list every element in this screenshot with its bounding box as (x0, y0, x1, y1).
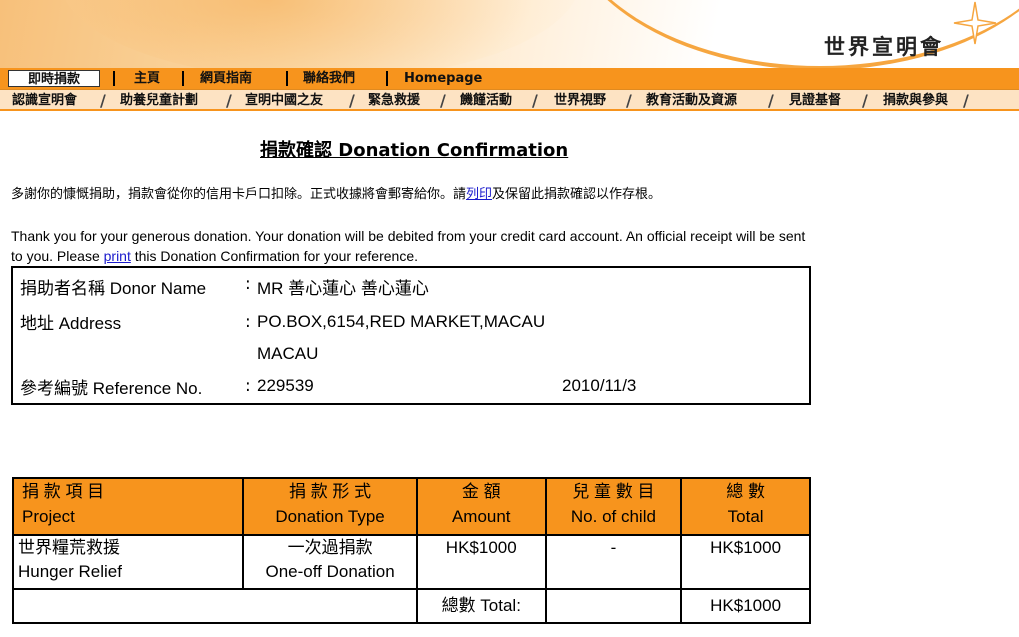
nav-divider: / (440, 91, 446, 110)
nav-divider: / (349, 91, 355, 110)
address-line1: PO.BOX,6154,RED MARKET,MACAU (257, 312, 546, 331)
reference-label: 參考編號 Reference No. (20, 379, 203, 398)
colon: : (245, 274, 251, 294)
header-banner: 世界宣明會 (0, 0, 1019, 68)
cell-text: One-off Donation (265, 562, 395, 581)
page-title: 捐款確認 Donation Confirmation (260, 140, 569, 161)
top-nav: 即時捐款 主頁 網頁指南 聯絡我們 Homepage (0, 68, 1019, 89)
header-donation-type: 捐 款 形 式 Donation Type (242, 477, 418, 536)
header-text: Amount (451, 507, 511, 526)
secnav-witness[interactable]: 見證基督 (789, 92, 841, 109)
header-amount: 金 額 Amount (415, 477, 547, 536)
secnav-donate-participate[interactable]: 捐款與參與 (883, 92, 948, 109)
header-project: 捐 款 項 目 Project (11, 477, 245, 536)
secnav-famine[interactable]: 饑饉活動 (460, 92, 512, 109)
header-text: Project (22, 507, 75, 526)
cell-total: HK$1000 (680, 534, 811, 590)
header-text: 兒 童 數 目 (572, 482, 655, 501)
header-text: Total (727, 507, 764, 526)
message-text: 及保留此捐款確認以作存根。 (492, 187, 662, 202)
message-text: this Donation Confirmation for your refe… (130, 248, 418, 264)
message-chinese: 多謝你的慷慨捐助，捐款會從你的信用卡戶口扣除。正式收據將會郵寄給你。請列印及保留… (11, 186, 801, 204)
star-icon (953, 1, 997, 45)
nav-separator (182, 71, 184, 86)
header-text: Donation Type (275, 507, 385, 526)
nav-divider: / (226, 91, 232, 110)
donation-table: 捐 款 項 目 Project 捐 款 形 式 Donation Type 金 額 A… (11, 477, 811, 624)
header-children: 兒 童 數 目 No. of child (544, 477, 683, 536)
header-text: 總 數 (726, 482, 765, 501)
donor-name-label: 捐助者名稱 Donor Name (20, 279, 207, 298)
secnav-child-sponsorship[interactable]: 助養兒童計劃 (120, 92, 198, 109)
reference-value: 229539 (257, 376, 314, 395)
nav-homepage[interactable]: Homepage (404, 70, 482, 87)
section-nav: 認識宣明會 / 助養兒童計劃 / 宣明中國之友 / 緊急救援 / 饑饉活動 / … (0, 89, 1019, 111)
header-text: 金 額 (461, 482, 501, 501)
donate-now-button[interactable]: 即時捐款 (8, 70, 100, 87)
grand-total: HK$1000 (680, 588, 811, 624)
cell-donation-type: 一次過捐款 One-off Donation (242, 534, 418, 590)
nav-sitemap[interactable]: 網頁指南 (200, 70, 252, 87)
nav-divider: / (532, 91, 538, 110)
cell-text: 一次過捐款 (287, 538, 373, 557)
header-text: 捐 款 項 目 (22, 482, 105, 501)
total-label: 總數 Total: (415, 588, 547, 624)
table-header-row: 捐 款 項 目 Project 捐 款 形 式 Donation Type 金 額 A… (11, 477, 811, 536)
donor-name-value: MR 善心蓮心 善心蓮心 (257, 279, 429, 298)
nav-separator (386, 71, 388, 86)
header-text: No. of child (570, 507, 656, 526)
secnav-china-friends[interactable]: 宣明中國之友 (245, 92, 323, 109)
print-link-en[interactable]: print (104, 248, 131, 264)
secnav-world-view[interactable]: 世界視野 (554, 92, 606, 109)
banner-arc-graphic (560, 0, 1019, 68)
banner-globe-graphic (60, 0, 580, 68)
nav-contact[interactable]: 聯絡我們 (303, 70, 355, 87)
colon: : (245, 312, 251, 332)
table-row: 世界糧荒救援 Hunger Relief 一次過捐款 One-off Donatio… (11, 534, 811, 590)
address-label: 地址 Address (20, 314, 122, 333)
nav-divider: / (963, 91, 969, 110)
nav-separator (286, 71, 288, 86)
nav-divider: / (768, 91, 774, 110)
site-logo[interactable]: 世界宣明會 (824, 31, 944, 61)
cell-project: 世界糧荒救援 Hunger Relief (11, 534, 245, 590)
cell-amount: HK$1000 (415, 534, 547, 590)
cell-empty (12, 588, 418, 624)
secnav-education[interactable]: 教育活動及資源 (646, 92, 737, 109)
message-english: Thank you for your generous donation. Yo… (11, 226, 816, 266)
colon: : (245, 376, 251, 396)
nav-divider: / (100, 91, 106, 110)
table-total-row: 總數 Total: HK$1000 (12, 588, 811, 624)
secnav-about[interactable]: 認識宣明會 (12, 92, 77, 109)
message-text: 多謝你的慷慨捐助，捐款會從你的信用卡戶口扣除。正式收據將會郵寄給你。請 (11, 187, 467, 202)
cell-text: 世界糧荒救援 (18, 538, 120, 557)
header-total: 總 數 Total (680, 477, 811, 536)
nav-divider: / (862, 91, 868, 110)
print-link-zh[interactable]: 列印 (466, 187, 492, 202)
cell-text: Hunger Relief (18, 562, 122, 581)
header-text: 捐 款 形 式 (288, 482, 372, 501)
secnav-emergency[interactable]: 緊急救援 (368, 92, 420, 109)
donation-date: 2010/11/3 (562, 376, 637, 395)
address-line2: MACAU (257, 344, 319, 363)
nav-divider: / (626, 91, 632, 110)
cell-children: - (544, 534, 683, 590)
nav-home[interactable]: 主頁 (134, 70, 160, 87)
cell-empty (544, 588, 683, 624)
nav-separator (113, 71, 115, 86)
donor-info-box: 捐助者名稱 Donor Name : MR 善心蓮心 善心蓮心 地址 Addre… (11, 266, 811, 405)
